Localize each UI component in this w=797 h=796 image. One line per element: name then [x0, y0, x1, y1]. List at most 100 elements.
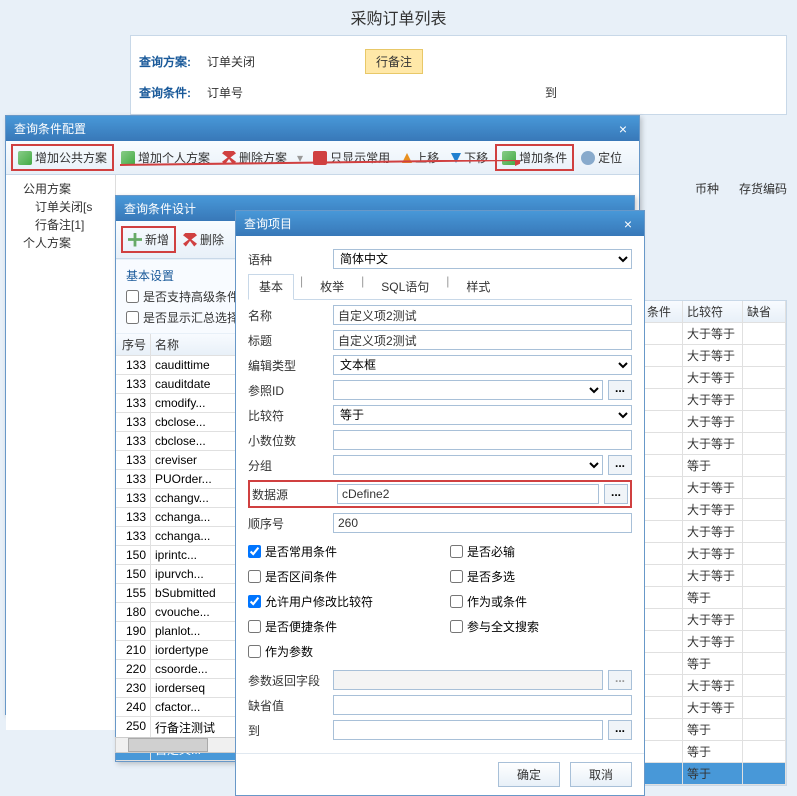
lang-select[interactable]: 简体中文	[333, 249, 632, 269]
table-row[interactable]: 等于	[643, 455, 786, 477]
ref-id-select[interactable]	[333, 380, 603, 400]
col-inventory: 存货编码	[739, 180, 787, 197]
ok-button[interactable]: 确定	[498, 762, 560, 787]
seq-label: 顺序号	[248, 515, 328, 532]
table-row[interactable]: 大于等于	[643, 389, 786, 411]
bg-columns: 币种 存货编码	[695, 180, 787, 197]
compare-select[interactable]: 等于	[333, 405, 632, 425]
edit-type-select[interactable]: 文本框	[333, 355, 632, 375]
table-row[interactable]: 大于等于	[643, 631, 786, 653]
chk-required[interactable]	[450, 545, 463, 558]
name-input[interactable]	[333, 305, 632, 325]
col-seq: 序号	[116, 334, 151, 355]
table-row[interactable]: 大于等于	[643, 675, 786, 697]
add-public-scheme-button[interactable]: 增加公共方案	[11, 144, 114, 171]
add-condition-button[interactable]: 增加条件	[495, 144, 574, 171]
plus-icon	[128, 233, 142, 247]
chk-fulltext[interactable]	[450, 620, 463, 633]
add-personal-scheme-button[interactable]: 增加个人方案	[116, 146, 215, 169]
delete-button[interactable]: 删除	[178, 228, 229, 251]
to-input[interactable]	[333, 720, 603, 740]
table-row[interactable]: 大于等于	[643, 521, 786, 543]
close-icon[interactable]: ×	[620, 216, 636, 232]
chk-range[interactable]	[248, 570, 261, 583]
dialog-titlebar[interactable]: 查询项目 ×	[236, 211, 644, 236]
browse-button[interactable]: ...	[608, 670, 632, 690]
datasource-label: 数据源	[252, 486, 332, 503]
cancel-button[interactable]: 取消	[570, 762, 632, 787]
cond-value: 订单号	[207, 84, 357, 101]
config-titlebar[interactable]: 查询条件配置 ×	[6, 116, 639, 141]
table-row[interactable]: 大于等于	[643, 565, 786, 587]
chk-or[interactable]	[450, 595, 463, 608]
advanced-cond-checkbox[interactable]	[126, 290, 139, 303]
table-row[interactable]: 等于	[643, 587, 786, 609]
delete-scheme-button[interactable]: 删除方案	[217, 146, 292, 169]
table-row[interactable]: 大于等于	[643, 323, 786, 345]
show-summary-checkbox[interactable]	[126, 311, 139, 324]
rcol-cond: 条件	[643, 301, 683, 322]
table-row[interactable]: 等于	[643, 763, 786, 785]
table-row[interactable]: 大于等于	[643, 543, 786, 565]
move-down-button[interactable]: 下移	[446, 146, 493, 169]
table-row[interactable]: 大于等于	[643, 477, 786, 499]
scheme-value: 订单关闭	[207, 53, 357, 70]
browse-button[interactable]: ...	[604, 484, 628, 504]
table-row[interactable]: 大于等于	[643, 345, 786, 367]
datasource-input[interactable]	[337, 484, 599, 504]
up-icon	[402, 153, 412, 163]
delete-icon	[222, 151, 236, 165]
table-row[interactable]: 等于	[643, 741, 786, 763]
show-summary-label: 是否显示汇总选择	[143, 309, 239, 326]
new-button[interactable]: 新增	[121, 226, 176, 253]
group-select[interactable]	[333, 455, 603, 475]
tab-basic[interactable]: 基本	[248, 274, 294, 300]
chk-common[interactable]	[248, 545, 261, 558]
table-row[interactable]: 等于	[643, 719, 786, 741]
table-row[interactable]: 大于等于	[643, 433, 786, 455]
table-row[interactable]: 大于等于	[643, 367, 786, 389]
tree-personal[interactable]: 个人方案	[11, 234, 110, 252]
compare-label: 比较符	[248, 407, 328, 424]
decimals-label: 小数位数	[248, 432, 328, 449]
chk-quick[interactable]	[248, 620, 261, 633]
table-row[interactable]: 大于等于	[643, 609, 786, 631]
table-row[interactable]: 大于等于	[643, 697, 786, 719]
datasource-highlight: 数据源...	[248, 480, 632, 508]
table-row[interactable]: 大于等于	[643, 499, 786, 521]
table-row[interactable]: 大于等于	[643, 411, 786, 433]
config-title: 查询条件配置	[14, 120, 86, 137]
chk-param[interactable]	[248, 645, 261, 658]
browse-button[interactable]: ...	[608, 380, 632, 400]
browse-button[interactable]: ...	[608, 455, 632, 475]
decimals-input[interactable]	[333, 430, 632, 450]
chk-multi[interactable]	[450, 570, 463, 583]
tree-item[interactable]: 行备注[1]	[11, 216, 110, 234]
ret-field-label: 参数返回字段	[248, 672, 328, 689]
tab-style[interactable]: 样式	[455, 274, 501, 299]
locate-button[interactable]: 定位	[576, 146, 627, 169]
chk-allow-mod[interactable]	[248, 595, 261, 608]
move-up-button[interactable]: 上移	[397, 146, 444, 169]
add-icon	[502, 151, 516, 165]
note-button[interactable]: 行备注	[365, 49, 423, 74]
query-item-dialog: 查询项目 × 语种 简体中文 基本 |枚举 |SQL语句 |样式 名称 标题 编…	[235, 210, 645, 796]
tab-sql[interactable]: SQL语句	[370, 274, 440, 299]
default-input[interactable]	[333, 695, 632, 715]
only-common-button[interactable]: 只显示常用	[308, 146, 395, 169]
table-row[interactable]: 等于	[643, 653, 786, 675]
close-icon[interactable]: ×	[615, 121, 631, 137]
lang-label: 语种	[248, 251, 328, 268]
title-input[interactable]	[333, 330, 632, 350]
filter-icon	[313, 151, 327, 165]
browse-button[interactable]: ...	[608, 720, 632, 740]
scrollbar-thumb[interactable]	[128, 738, 208, 752]
advanced-cond-label: 是否支持高级条件	[143, 288, 239, 305]
group-label: 分组	[248, 457, 328, 474]
tab-enum[interactable]: 枚举	[309, 274, 355, 299]
tree-item[interactable]: 订单关闭[s	[11, 198, 110, 216]
seq-input[interactable]	[333, 513, 632, 533]
locate-icon	[581, 151, 595, 165]
tree-public[interactable]: 公用方案	[11, 180, 110, 198]
dialog-title: 查询项目	[244, 215, 292, 232]
